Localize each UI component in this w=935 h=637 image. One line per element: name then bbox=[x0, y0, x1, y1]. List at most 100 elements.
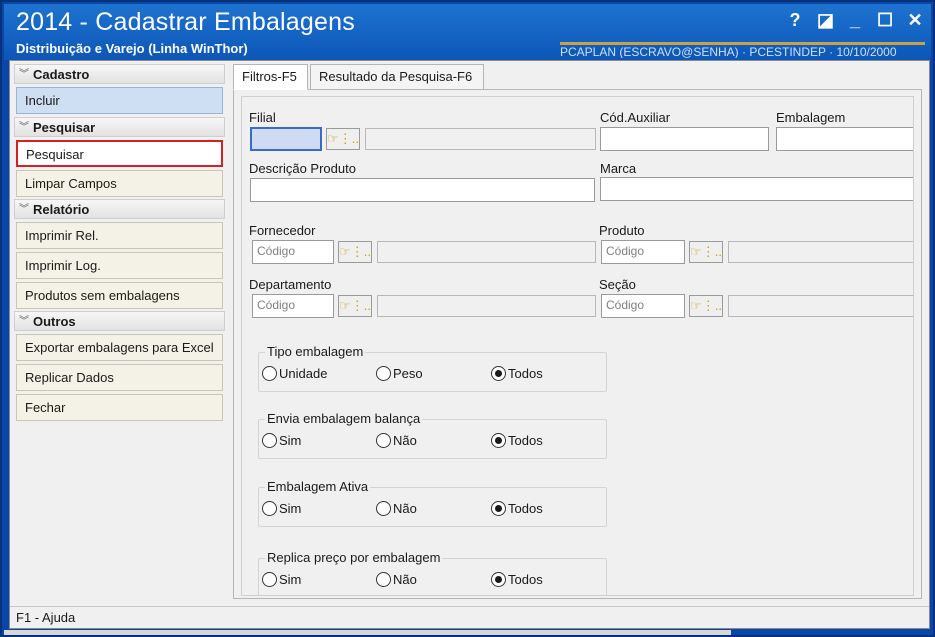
radio-unidade[interactable]: Unidade bbox=[262, 366, 327, 381]
fornecedor-lookup-button[interactable]: ☞⋮.. bbox=[338, 241, 372, 263]
descricao-input[interactable] bbox=[250, 178, 595, 202]
radio-dot bbox=[262, 572, 277, 587]
close-icon[interactable]: ✕ bbox=[907, 10, 923, 31]
collapse-chevron-icon: ︾ bbox=[19, 69, 29, 80]
help-shortcut-text: F1 - Ajuda bbox=[16, 610, 76, 625]
group-legend: Envia embalagem balança bbox=[265, 411, 423, 426]
group-pesquisar[interactable]: ︾ Pesquisar bbox=[14, 117, 225, 137]
produto-code-input[interactable]: Código bbox=[601, 240, 685, 264]
collapse-chevron-icon: ︾ bbox=[19, 316, 29, 327]
replicar-dados-button[interactable]: Replicar Dados bbox=[16, 364, 223, 391]
minimize-icon[interactable]: _ bbox=[847, 10, 863, 31]
radio-label: Não bbox=[393, 501, 417, 516]
bottom-divider bbox=[4, 630, 731, 635]
radio-dot bbox=[376, 366, 391, 381]
secao-description bbox=[728, 295, 913, 317]
app-window: 2014 - Cadastrar Embalagens Distribuição… bbox=[0, 0, 935, 637]
status-bar: F1 - Ajuda bbox=[10, 606, 929, 628]
collapse-chevron-icon: ︾ bbox=[19, 204, 29, 215]
fechar-button[interactable]: Fechar bbox=[16, 394, 223, 421]
radio-nao[interactable]: Não bbox=[376, 501, 417, 516]
radio-label: Sim bbox=[279, 501, 302, 516]
radio-row: Sim Não Todos bbox=[259, 572, 606, 592]
radio-dot bbox=[376, 433, 391, 448]
radio-dot-selected bbox=[491, 572, 506, 587]
radio-label: Todos bbox=[508, 572, 543, 587]
filial-lookup-button[interactable]: ☞⋮.. bbox=[326, 128, 360, 150]
fornecedor-code-input[interactable]: Código bbox=[252, 240, 334, 264]
filial-input[interactable] bbox=[250, 127, 322, 151]
fornecedor-label: Fornecedor bbox=[249, 223, 316, 238]
help-icon[interactable]: ? bbox=[787, 10, 803, 31]
radio-dot bbox=[262, 501, 277, 516]
session-info: PCAPLAN (ESCRAVO@SENHA) · PCESTINDEP · 1… bbox=[560, 42, 925, 58]
radio-todos[interactable]: Todos bbox=[491, 572, 543, 587]
radio-sim[interactable]: Sim bbox=[262, 501, 301, 516]
radio-peso[interactable]: Peso bbox=[376, 366, 423, 381]
group-title: Pesquisar bbox=[33, 120, 96, 135]
embalagem-label: Embalagem bbox=[776, 110, 846, 125]
collapse-chevron-icon: ︾ bbox=[19, 122, 29, 133]
cod-aux-input[interactable] bbox=[600, 127, 769, 151]
radio-todos[interactable]: Todos bbox=[491, 501, 543, 516]
radio-sim[interactable]: Sim bbox=[262, 433, 301, 448]
radio-sim[interactable]: Sim bbox=[262, 572, 301, 587]
lookup-hand-icon: ☞⋮.. bbox=[690, 298, 722, 313]
filial-description bbox=[365, 128, 596, 150]
imprimir-log-button[interactable]: Imprimir Log. bbox=[16, 252, 223, 279]
radio-label: Não bbox=[393, 433, 417, 448]
window-controls: ? ◪ _ ☐ ✕ bbox=[787, 10, 923, 31]
group-title: Outros bbox=[33, 314, 76, 329]
lookup-hand-icon: ☞⋮.. bbox=[339, 298, 371, 313]
radio-label: Não bbox=[393, 572, 417, 587]
incluir-button[interactable]: Incluir bbox=[16, 87, 223, 114]
produto-lookup-button[interactable]: ☞⋮.. bbox=[689, 241, 723, 263]
group-relatorio[interactable]: ︾ Relatório bbox=[14, 199, 225, 219]
envia-balanca-group: Envia embalagem balança Sim Não Todos bbox=[258, 411, 607, 459]
radio-label: Unidade bbox=[279, 366, 328, 381]
pesquisar-button[interactable]: Pesquisar bbox=[16, 140, 223, 167]
radio-dot bbox=[262, 366, 277, 381]
tab-resultado[interactable]: Resultado da Pesquisa-F6 bbox=[310, 64, 484, 90]
embalagem-ativa-group: Embalagem Ativa Sim Não Todos bbox=[258, 479, 607, 527]
secao-code-input[interactable]: Código bbox=[601, 294, 685, 318]
fornecedor-description bbox=[377, 241, 596, 263]
radio-dot-selected bbox=[491, 501, 506, 516]
radio-nao[interactable]: Não bbox=[376, 572, 417, 587]
radio-nao[interactable]: Não bbox=[376, 433, 417, 448]
departamento-code-input[interactable]: Código bbox=[252, 294, 334, 318]
produtos-sem-embalagens-button[interactable]: Produtos sem embalagens bbox=[16, 282, 223, 309]
departamento-description bbox=[377, 295, 596, 317]
tab-filtros[interactable]: Filtros-F5 bbox=[233, 64, 308, 90]
radio-todos[interactable]: Todos bbox=[491, 433, 543, 448]
maximize-icon[interactable]: ☐ bbox=[877, 10, 893, 31]
embalagem-input[interactable] bbox=[776, 127, 913, 151]
radio-dot bbox=[376, 572, 391, 587]
imprimir-rel-button[interactable]: Imprimir Rel. bbox=[16, 222, 223, 249]
replica-preco-group: Replica preço por embalagem Sim Não Todo… bbox=[258, 550, 607, 595]
produto-description bbox=[728, 241, 913, 263]
departamento-lookup-button[interactable]: ☞⋮.. bbox=[338, 295, 372, 317]
radio-label: Todos bbox=[508, 433, 543, 448]
radio-todos[interactable]: Todos bbox=[491, 366, 543, 381]
descricao-label: Descrição Produto bbox=[249, 161, 356, 176]
produto-label: Produto bbox=[599, 223, 645, 238]
radio-row: Sim Não Todos bbox=[259, 501, 606, 521]
window-title: 2014 - Cadastrar Embalagens bbox=[16, 8, 355, 36]
window-subtitle: Distribuição e Varejo (Linha WinThor) bbox=[16, 41, 248, 56]
exportar-excel-button[interactable]: Exportar embalagens para Excel bbox=[16, 334, 223, 361]
restore-icon[interactable]: ◪ bbox=[817, 10, 834, 31]
filial-label: Filial bbox=[249, 110, 276, 125]
filters-container: Filial ☞⋮.. Cód.Auxiliar Embalagem Descr… bbox=[241, 96, 914, 596]
action-panel: ︾ Cadastro Incluir ︾ Pesquisar Pesquisar L… bbox=[14, 64, 225, 594]
radio-row: Unidade Peso Todos bbox=[259, 366, 606, 386]
radio-label: Peso bbox=[393, 366, 423, 381]
departamento-label: Departamento bbox=[249, 277, 332, 292]
limpar-campos-button[interactable]: Limpar Campos bbox=[16, 170, 223, 197]
marca-label: Marca bbox=[600, 161, 637, 176]
group-outros[interactable]: ︾ Outros bbox=[14, 311, 225, 331]
group-cadastro[interactable]: ︾ Cadastro bbox=[14, 64, 225, 84]
marca-input[interactable] bbox=[600, 177, 913, 201]
secao-lookup-button[interactable]: ☞⋮.. bbox=[689, 295, 723, 317]
radio-label: Todos bbox=[508, 501, 543, 516]
